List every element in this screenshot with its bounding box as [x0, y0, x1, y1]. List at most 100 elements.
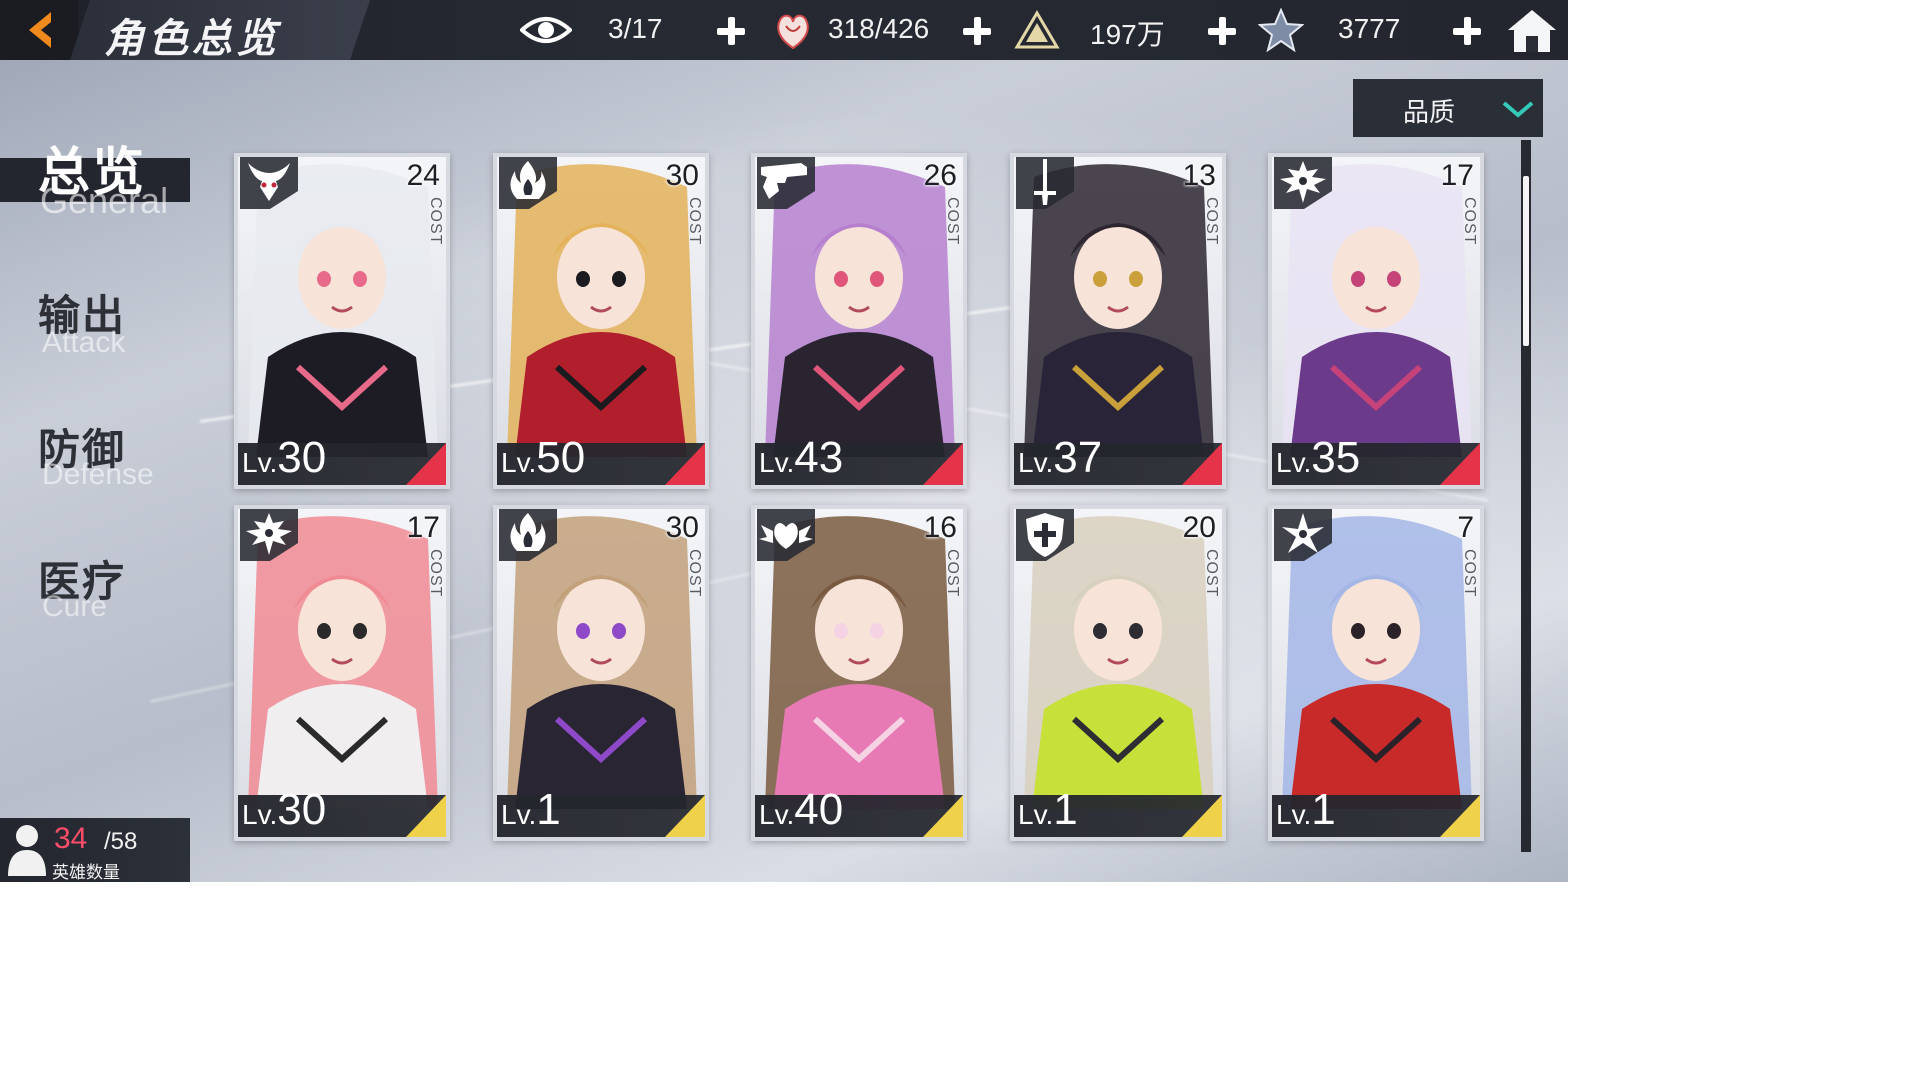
add-button[interactable]: [716, 16, 746, 46]
card-cost-value: 30: [665, 511, 699, 544]
scrollbar[interactable]: [1521, 140, 1531, 852]
add-button[interactable]: [1452, 16, 1482, 46]
character-card[interactable]: 17 COST Lv.35: [1268, 153, 1484, 489]
card-cost-label: COST: [944, 549, 961, 598]
sidebar-item-sublabel: General: [40, 180, 169, 221]
level-value: 1: [1053, 785, 1078, 834]
winged-cross-icon: [1274, 157, 1332, 209]
star-crystal-icon: [1258, 8, 1304, 52]
level-value: 43: [794, 433, 844, 482]
level-prefix: Lv.: [759, 447, 795, 478]
gold-triangle-icon: [1014, 10, 1060, 49]
card-cost-label: COST: [686, 197, 703, 246]
card-level: Lv.1: [1276, 785, 1336, 835]
level-value: 1: [1311, 785, 1336, 834]
back-arrow-icon: [29, 12, 51, 48]
level-prefix: Lv.: [759, 799, 795, 830]
character-card[interactable]: 16 COST Lv.40: [751, 505, 967, 841]
card-level: Lv.40: [759, 785, 843, 835]
resource-stamina: 318/426: [772, 0, 1012, 60]
character-card[interactable]: 26 COST Lv.43: [751, 153, 967, 489]
person-icon: [8, 825, 46, 876]
level-value: 35: [1311, 433, 1361, 482]
card-level: Lv.43: [759, 433, 843, 483]
character-card[interactable]: 13 COST Lv.37: [1010, 153, 1226, 489]
resource-value: 197万: [1090, 19, 1165, 50]
card-cost-label: COST: [1461, 197, 1478, 246]
flame-icon: [499, 509, 557, 561]
resource-gold: 197万: [1014, 0, 1254, 60]
hero-count-label: 英雄数量: [52, 863, 120, 882]
card-cost-label: COST: [427, 197, 444, 246]
hero-count-panel: 34 /58 英雄数量: [0, 818, 190, 882]
demon-horns-icon: [240, 157, 298, 209]
card-cost-label: COST: [1461, 549, 1478, 598]
character-card[interactable]: 30 COST Lv.50: [493, 153, 709, 489]
character-card[interactable]: 7 COST Lv.1: [1268, 505, 1484, 841]
sidebar-item-sublabel: Attack: [42, 326, 126, 359]
rarity-corner: [1440, 795, 1480, 837]
sidebar-item-sublabel: Cure: [42, 590, 108, 623]
add-button[interactable]: [1207, 16, 1237, 46]
card-cost-value: 26: [923, 159, 957, 192]
hero-count-current: 34: [54, 822, 88, 855]
top-bar: 角色总览 3/17 318/426 197万 3777: [0, 0, 1568, 62]
level-prefix: Lv.: [1276, 799, 1312, 830]
card-cost-value: 13: [1182, 159, 1216, 192]
card-level: Lv.30: [242, 785, 326, 835]
winged-cross-icon: [240, 509, 298, 561]
rarity-corner: [1182, 795, 1222, 837]
character-card[interactable]: 17 COST Lv.30: [234, 505, 450, 841]
shuriken-icon: [1274, 509, 1332, 561]
level-prefix: Lv.: [1276, 447, 1312, 478]
resource-value: 318/426: [828, 13, 930, 44]
revolver-icon: [757, 157, 815, 209]
back-button[interactable]: [0, 0, 78, 60]
character-overview-screen: 角色总览 3/17 318/426 197万 3777 品质 总览 Genera…: [0, 0, 1568, 882]
card-cost-value: 20: [1182, 511, 1216, 544]
rarity-corner: [406, 443, 446, 485]
character-card[interactable]: 30 COST Lv.1: [493, 505, 709, 841]
level-value: 30: [277, 433, 327, 482]
stamina-heart-icon: [777, 14, 809, 50]
resource-eye: 3/17: [520, 0, 760, 60]
sidebar-item-cure[interactable]: 医疗 Cure: [0, 548, 220, 658]
winged-heart-icon: [757, 509, 815, 561]
card-cost-value: 16: [923, 511, 957, 544]
level-value: 1: [536, 785, 561, 834]
sidebar-item-defense[interactable]: 防御 Defense: [0, 416, 220, 526]
rarity-corner: [1440, 443, 1480, 485]
level-prefix: Lv.: [1018, 447, 1054, 478]
card-cost-value: 24: [406, 159, 440, 192]
resource-value: 3/17: [608, 13, 663, 44]
level-prefix: Lv.: [242, 799, 278, 830]
level-prefix: Lv.: [1018, 799, 1054, 830]
sort-label: 品质: [1403, 98, 1456, 128]
character-card[interactable]: 20 COST Lv.1: [1010, 505, 1226, 841]
card-cost-label: COST: [686, 549, 703, 598]
add-button[interactable]: [962, 16, 992, 46]
sidebar-item-attack[interactable]: 输出 Attack: [0, 282, 220, 392]
character-card[interactable]: 24 COST Lv.30: [234, 153, 450, 489]
card-cost-value: 17: [406, 511, 440, 544]
rarity-corner: [406, 795, 446, 837]
card-cost-value: 30: [665, 159, 699, 192]
sword-icon: [1016, 157, 1074, 209]
sidebar-item-sublabel: Defense: [42, 458, 154, 491]
page-title: 角色总览: [104, 15, 280, 62]
hero-count-total: /58: [104, 828, 138, 855]
card-level: Lv.30: [242, 433, 326, 483]
card-level: Lv.50: [501, 433, 585, 483]
home-button[interactable]: [1506, 6, 1558, 54]
flame-icon: [499, 157, 557, 209]
level-prefix: Lv.: [501, 447, 537, 478]
chevron-down-icon: [1502, 101, 1534, 118]
scrollbar-thumb[interactable]: [1523, 176, 1529, 346]
card-level: Lv.1: [501, 785, 561, 835]
sort-dropdown[interactable]: 品质: [1353, 79, 1543, 137]
card-level: Lv.1: [1018, 785, 1078, 835]
rarity-corner: [665, 443, 705, 485]
card-cost-label: COST: [427, 549, 444, 598]
rarity-corner: [923, 795, 963, 837]
sidebar-item-general[interactable]: 总览 General: [0, 130, 220, 240]
